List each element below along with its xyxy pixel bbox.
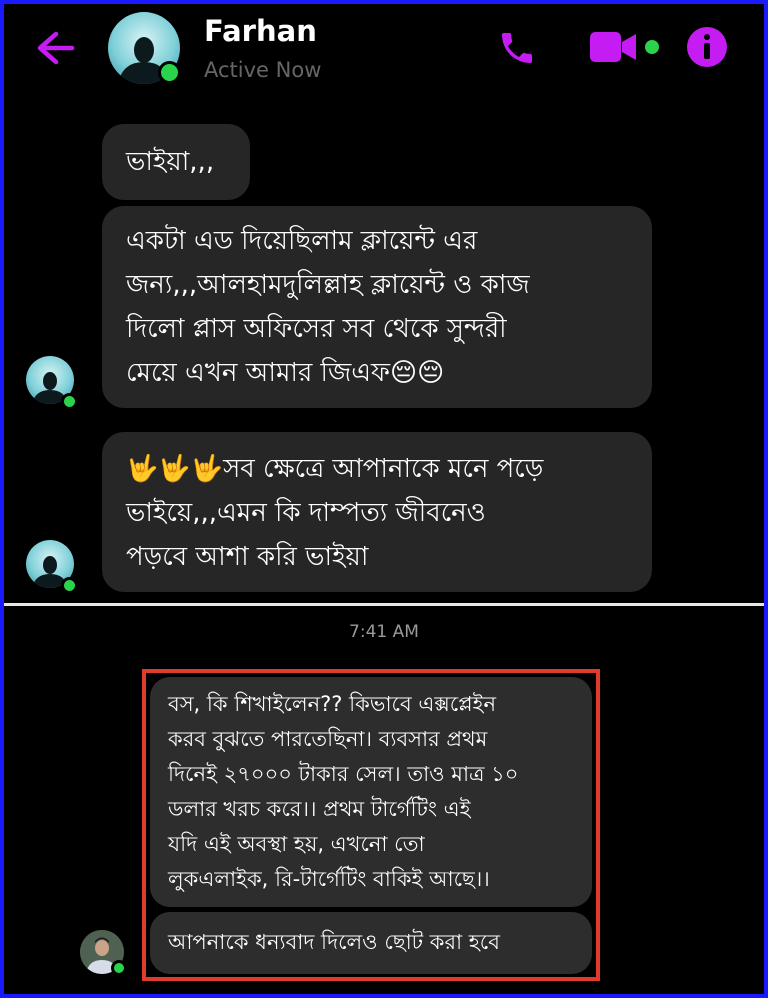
message-text: ভাইয়া,,, [126, 147, 215, 177]
message-line: ভাইয়ে,,,এমন কি দাম্পত্য জীবনেও [126, 498, 486, 528]
incoming-message[interactable]: একটা এড দিয়েছিলাম ক্লায়েন্ট এর জন্য,,,… [102, 206, 652, 408]
online-status-dot [158, 61, 181, 84]
message-line: পড়বে আশা করি ভাইয়া [126, 542, 369, 572]
screenshot-divider [4, 603, 764, 606]
message-line: মেয়ে এখন আমার জিএফ😔😔 [126, 358, 445, 388]
message-timestamp: 7:41 AM [349, 622, 419, 642]
online-status-dot [61, 577, 78, 594]
contact-name[interactable]: Farhan [204, 14, 317, 48]
incoming-message[interactable]: 🤟🤟🤟সব ক্ষেত্রে আপানাকে মনে পড়ে ভাইয়ে,,… [102, 432, 652, 592]
online-status-dot [61, 393, 78, 410]
video-camera-icon[interactable] [590, 30, 638, 64]
highlight-box [142, 669, 600, 981]
message-line: একটা এড দিয়েছিলাম ক্লায়েন্ট এর [126, 226, 478, 256]
video-online-dot [645, 40, 659, 54]
active-status: Active Now [204, 58, 322, 82]
phone-icon[interactable] [497, 28, 537, 68]
info-icon[interactable] [686, 26, 728, 68]
incoming-message[interactable]: ভাইয়া,,, [102, 124, 250, 200]
online-status-dot [111, 960, 127, 976]
message-line: জন্য,,,আলহামদুলিল্লাহ ক্লায়েন্ট ও কাজ [126, 270, 530, 300]
back-arrow-icon[interactable] [32, 28, 76, 68]
message-line: দিলো প্লাস অফিসের সব থেকে সুন্দরী [126, 314, 507, 344]
message-line: 🤟🤟🤟সব ক্ষেত্রে আপানাকে মনে পড়ে [126, 454, 544, 484]
